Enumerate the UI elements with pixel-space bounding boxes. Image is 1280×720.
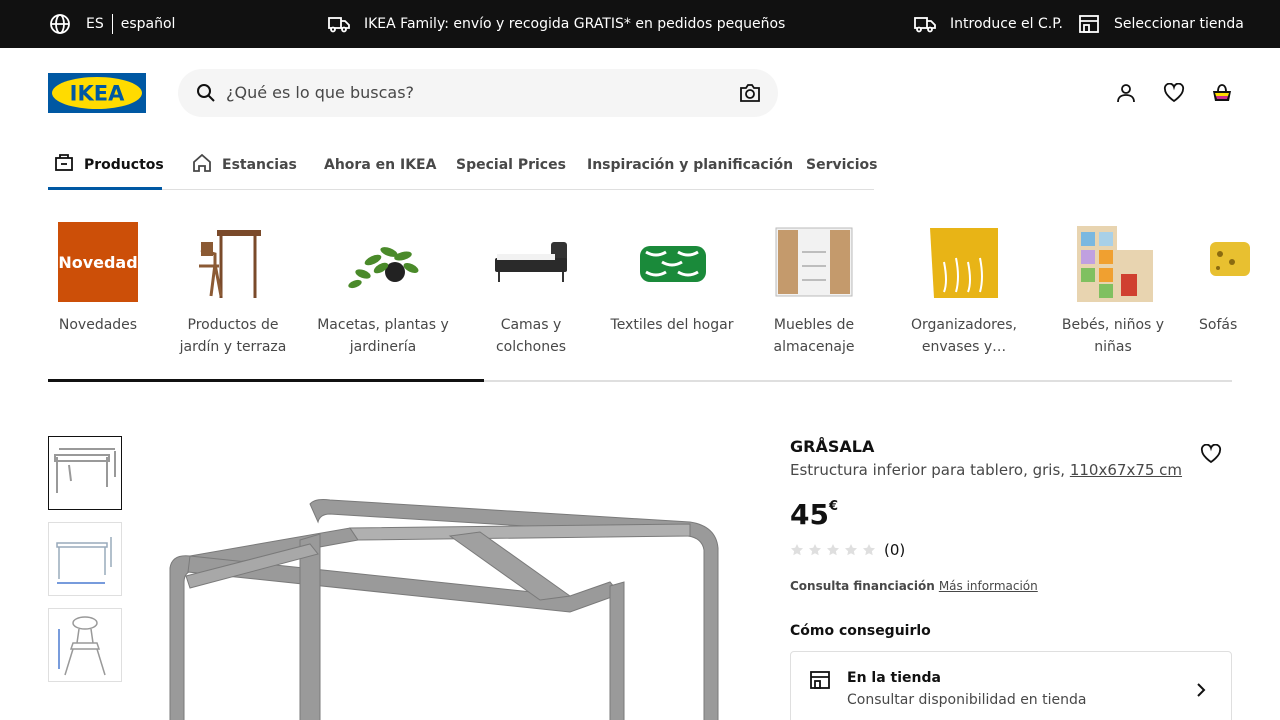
store-card-title: En la tienda [847, 670, 941, 686]
category-label: Muebles de almacenaje [773, 317, 855, 355]
tab-label: Servicios [806, 157, 878, 173]
financing-info: Consulta financiación Más información [790, 579, 1038, 593]
tab-estancias[interactable]: Estancias [192, 140, 297, 190]
novedad-badge: Novedad [58, 222, 138, 302]
category-label: Macetas, plantas y jardinería [317, 317, 449, 355]
cart-icon[interactable] [1210, 81, 1234, 105]
category-image [632, 222, 712, 302]
star-icon [790, 542, 804, 561]
truck-icon [914, 15, 936, 33]
tab-inspiracion[interactable]: Inspiración y planificación [587, 140, 793, 190]
product-thumbnail[interactable] [48, 522, 122, 596]
category-label: Camas y colchones [495, 317, 567, 355]
category-image [1210, 222, 1280, 302]
how-to-get-heading: Cómo conseguirlo [790, 623, 931, 639]
product-main-image[interactable] [150, 436, 740, 720]
product-name: GRÅSALA [790, 437, 875, 456]
category-textiles[interactable]: Textiles del hogar [605, 222, 739, 336]
star-icon [862, 542, 876, 561]
store-icon [809, 670, 831, 694]
promo-text: IKEA Family: envío y recogida GRATIS* en… [364, 16, 786, 32]
store-icon [1078, 14, 1100, 34]
category-image: Novedad [58, 222, 138, 302]
tab-ahora-en-ikea[interactable]: Ahora en IKEA [324, 140, 436, 190]
chevron-right-icon [1195, 682, 1207, 702]
category-image [193, 222, 273, 302]
product-desc-text: Estructura inferior para tablero, gris, [790, 461, 1066, 479]
main-nav-tabs: Productos Estancias Ahora en IKEA Specia… [48, 140, 877, 190]
search-bar[interactable]: ¿Qué es lo que buscas? [178, 69, 778, 117]
postcode-button[interactable]: Introduce el C.P. [914, 0, 1063, 48]
carousel-scrollbar-thumb[interactable] [48, 379, 484, 382]
language-selector[interactable]: ES español [48, 0, 175, 48]
category-image [343, 222, 423, 302]
star-icon [808, 542, 822, 561]
search-icon[interactable] [196, 83, 216, 107]
box-icon [54, 154, 74, 176]
product-thumbnail[interactable] [48, 436, 122, 510]
financing-label: Consulta financiación [790, 579, 935, 593]
language-name: español [120, 16, 176, 32]
category-label: Textiles del hogar [610, 317, 734, 333]
product-description: Estructura inferior para tablero, gris, … [790, 461, 1182, 479]
logo-text: IKEA [70, 82, 125, 106]
rating-count[interactable]: (0) [884, 541, 905, 559]
tab-productos[interactable]: Productos [54, 140, 164, 190]
financing-more-info-link[interactable]: Más información [939, 579, 1038, 593]
category-image [491, 222, 571, 302]
category-novedades[interactable]: Novedad Novedades [31, 222, 165, 336]
tab-label: Productos [84, 157, 164, 173]
add-to-favorites-icon[interactable] [1200, 443, 1222, 468]
select-store-label: Seleccionar tienda [1114, 16, 1244, 32]
category-plantas[interactable]: Macetas, plantas y jardinería [316, 222, 450, 358]
category-image [1073, 222, 1153, 302]
family-promo-link[interactable]: IKEA Family: envío y recogida GRATIS* en… [328, 0, 785, 48]
category-image [924, 222, 1004, 302]
product-price: 45€ [790, 489, 838, 533]
category-sofas[interactable]: Sofás [1182, 222, 1280, 336]
divider [111, 14, 113, 34]
store-card-subtitle: Consultar disponibilidad en tienda [847, 692, 1087, 708]
category-organizadores[interactable]: Organizadores, envases y… [897, 222, 1031, 358]
select-store-button[interactable]: Seleccionar tienda [1078, 0, 1244, 48]
postcode-label: Introduce el C.P. [950, 16, 1063, 32]
price-currency: € [828, 499, 839, 514]
star-icon [826, 542, 840, 561]
globe-icon [48, 12, 72, 36]
category-label: Bebés, niños y niñas [1061, 317, 1165, 355]
product-dimensions-link[interactable]: 110x67x75 cm [1070, 461, 1182, 479]
category-almacenaje[interactable]: Muebles de almacenaje [747, 222, 881, 358]
language-code: ES [86, 16, 104, 32]
house-icon [192, 153, 212, 176]
search-placeholder[interactable]: ¿Qué es lo que buscas? [226, 69, 414, 117]
ikea-logo[interactable]: IKEA [48, 73, 146, 113]
active-tab-indicator [48, 187, 162, 190]
camera-icon[interactable] [739, 83, 761, 107]
tab-servicios[interactable]: Servicios [806, 140, 877, 190]
in-store-availability-card[interactable]: En la tienda Consultar disponibilidad en… [790, 651, 1232, 720]
category-label: Novedades [58, 317, 138, 333]
account-icon[interactable] [1114, 81, 1138, 105]
tab-special-prices[interactable]: Special Prices [456, 140, 566, 190]
star-icon [844, 542, 858, 561]
rating-stars[interactable] [790, 542, 876, 561]
category-camas[interactable]: Camas y colchones [464, 222, 598, 358]
top-bar: ES español IKEA Family: envío y recogida… [0, 0, 1280, 48]
favorites-icon[interactable] [1162, 81, 1186, 105]
category-label: Productos de jardín y terraza [179, 317, 287, 355]
tab-label: Inspiración y planificación [587, 157, 794, 173]
category-jardin[interactable]: Productos de jardín y terraza [166, 222, 300, 358]
category-bebes[interactable]: Bebés, niños y niñas [1046, 222, 1180, 358]
category-label: Sofás [1199, 317, 1238, 333]
price-value: 45 [790, 498, 829, 531]
tab-label: Ahora en IKEA [324, 157, 437, 173]
tab-label: Special Prices [456, 157, 566, 173]
product-thumbnail[interactable] [48, 608, 122, 682]
category-image [774, 222, 854, 302]
tab-label: Estancias [222, 157, 297, 173]
category-label: Organizadores, envases y… [911, 317, 1017, 355]
truck-icon [328, 15, 350, 33]
